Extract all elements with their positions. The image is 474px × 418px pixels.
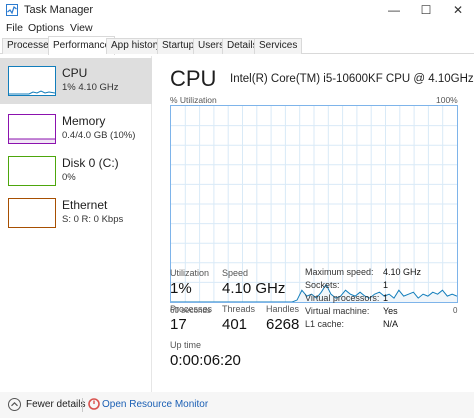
cpu-detail-panel: CPU Intel(R) Core(TM) i5-10600KF CPU @ 4… xyxy=(152,56,474,396)
processes-value: 17 xyxy=(170,316,187,333)
virtual-machine-label: Virtual machine: xyxy=(305,306,370,316)
handles-label: Handles xyxy=(266,304,300,314)
sidebar-item-ethernet[interactable]: Ethernet S: 0 R: 0 Kbps xyxy=(0,190,152,236)
virtual-processors-value: 1 xyxy=(383,293,389,303)
chevron-up-icon[interactable] xyxy=(8,398,21,411)
max-speed-value: 4.10 GHz xyxy=(383,267,422,277)
close-button[interactable]: ✕ xyxy=(442,0,474,20)
sidebar-item-disk[interactable]: Disk 0 (C:) 0% xyxy=(0,148,152,194)
menu-file[interactable]: File xyxy=(6,22,23,34)
memory-thumbnail-graph xyxy=(8,114,56,144)
cpu-thumbnail-graph xyxy=(8,66,56,96)
sidebar-item-label: Ethernet xyxy=(62,198,108,212)
minimize-button[interactable]: — xyxy=(378,0,410,20)
title-bar: Task Manager — ☐ ✕ xyxy=(0,0,474,20)
utilization-axis-label: % Utilization xyxy=(170,95,217,105)
fewer-details-button[interactable]: Fewer details xyxy=(26,399,85,410)
virtual-processors-label: Virtual processors: xyxy=(305,293,380,303)
l1-cache-label: L1 cache: xyxy=(305,319,345,329)
sidebar-item-detail: 0.4/4.0 GB (10%) xyxy=(62,130,136,141)
cpu-model-name: Intel(R) Core(TM) i5-10600KF CPU @ 4.10G… xyxy=(230,73,474,85)
menu-view[interactable]: View xyxy=(70,22,93,34)
sockets-label: Sockets: xyxy=(305,280,340,290)
tab-bar: Processes Performance App history Startu… xyxy=(0,36,474,55)
time-axis-end-label: 0 xyxy=(453,306,458,315)
sidebar-item-label: Disk 0 (C:) xyxy=(62,156,119,170)
sidebar-item-detail: 1% 4.10 GHz xyxy=(62,82,119,93)
speed-label: Speed xyxy=(222,268,249,278)
maximize-button[interactable]: ☐ xyxy=(410,0,442,20)
threads-value: 401 xyxy=(222,316,248,333)
threads-label: Threads xyxy=(222,304,256,314)
menu-bar: File Options View xyxy=(0,20,474,36)
task-manager-icon xyxy=(6,4,18,16)
page-title: CPU xyxy=(170,66,217,91)
sidebar-item-memory[interactable]: Memory 0.4/4.0 GB (10%) xyxy=(0,106,152,152)
footer-divider xyxy=(82,398,83,412)
memory-mini-chart xyxy=(9,138,55,143)
processes-label: Processes xyxy=(170,304,213,314)
utilization-label: Utilization xyxy=(170,268,210,278)
uptime-value: 0:00:06:20 xyxy=(170,352,241,369)
handles-value: 6268 xyxy=(266,316,300,333)
ethernet-thumbnail-graph xyxy=(8,198,56,228)
menu-options[interactable]: Options xyxy=(28,22,64,34)
open-resource-monitor-link[interactable]: Open Resource Monitor xyxy=(102,399,208,410)
footer-bar: Fewer details Open Resource Monitor xyxy=(0,392,474,418)
tab-services[interactable]: Services xyxy=(254,38,303,54)
sidebar-item-detail: S: 0 R: 0 Kbps xyxy=(62,214,124,225)
virtual-machine-value: Yes xyxy=(383,306,398,316)
uptime-label: Up time xyxy=(170,340,202,350)
sidebar-item-label: Memory xyxy=(62,114,106,128)
sidebar-item-cpu[interactable]: CPU 1% 4.10 GHz xyxy=(0,58,152,104)
sockets-value: 1 xyxy=(383,280,389,290)
resource-sidebar: CPU 1% 4.10 GHz Memory 0.4/4.0 GB (10%) … xyxy=(0,56,152,396)
utilization-value: 1% xyxy=(170,280,192,297)
cpu-mini-chart xyxy=(9,90,56,95)
utilization-max-label: 100% xyxy=(436,95,458,105)
sidebar-item-label: CPU xyxy=(62,66,88,80)
window-title: Task Manager xyxy=(24,4,94,16)
l1-cache-value: N/A xyxy=(383,319,399,329)
speed-value: 4.10 GHz xyxy=(222,280,286,297)
sidebar-item-detail: 0% xyxy=(62,172,76,183)
max-speed-label: Maximum speed: xyxy=(305,267,374,277)
disk-thumbnail-graph xyxy=(8,156,56,186)
resource-monitor-icon xyxy=(88,398,100,410)
